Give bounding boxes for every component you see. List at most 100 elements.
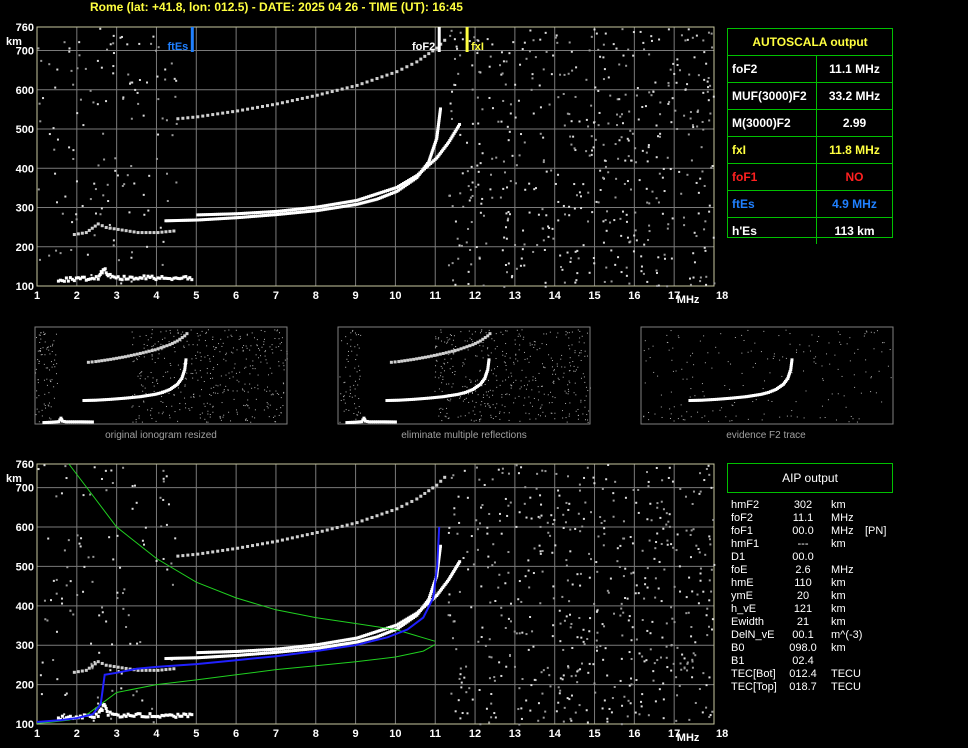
noise-dot: [601, 487, 604, 490]
noise-dot: [697, 547, 700, 550]
thumb-noise: [501, 396, 503, 398]
thumb-noise: [135, 419, 137, 421]
noise-dot: [175, 181, 178, 184]
trace-f2-second: [355, 83, 359, 87]
noise-dot: [692, 276, 695, 279]
noise-dot: [667, 102, 670, 105]
noise-dot: [606, 674, 609, 677]
noise-dot: [525, 57, 528, 60]
thumb-noise: [772, 358, 774, 360]
thumb-noise: [151, 418, 153, 420]
aip-value: 00.1: [792, 629, 814, 641]
thumb-noise: [207, 421, 209, 423]
noise-dot: [127, 614, 130, 617]
thumb-noise: [589, 387, 591, 389]
noise-dot: [587, 220, 590, 223]
autoscala-table: AUTOSCALA output foF2 11.1 MHz MUF(3000)F2…: [727, 28, 893, 244]
thumb-noise: [37, 382, 39, 384]
noise-dot: [469, 188, 472, 191]
thumb-noise: [701, 417, 703, 419]
noise-dot: [576, 670, 579, 673]
noise-dot: [634, 147, 637, 150]
thumb-noise: [213, 346, 215, 348]
thumb-noise: [440, 412, 442, 414]
thumb-noise: [499, 412, 501, 414]
aip-note: [865, 603, 905, 616]
thumb-noise: [264, 331, 266, 333]
noise-dot: [601, 707, 604, 710]
noise-dot: [575, 66, 578, 69]
noise-dot: [517, 708, 520, 711]
noise-dot: [555, 34, 558, 37]
thumb-noise: [822, 378, 824, 380]
thumb-noise: [468, 330, 470, 332]
noise-dot: [152, 35, 155, 38]
trace-es-second: [104, 663, 108, 667]
trace-f2-second: [320, 529, 324, 533]
thumb-noise: [345, 336, 347, 338]
noise-dot: [480, 506, 483, 509]
noise-dot: [648, 91, 651, 94]
thumb-noise: [522, 338, 524, 340]
noise-dot: [568, 502, 571, 505]
aip-key: foE: [731, 564, 748, 576]
noise-dot: [488, 721, 491, 724]
noise-dot: [635, 501, 638, 504]
thumb-noise: [475, 355, 477, 357]
thumb-noise: [260, 355, 262, 357]
thumb-noise: [194, 369, 196, 371]
noise-dot: [567, 475, 570, 478]
noise-dot: [626, 137, 629, 140]
noise-dot: [553, 518, 556, 521]
thumb-noise: [481, 329, 483, 331]
noise-dot: [663, 190, 666, 193]
thumb-noise: [495, 333, 497, 335]
thumb-noise: [250, 421, 252, 423]
noise-dot: [644, 105, 647, 108]
thumb-noise: [133, 337, 135, 339]
thumb-noise: [438, 337, 440, 339]
noise-dot: [672, 62, 675, 65]
noise-dot: [538, 516, 541, 519]
noise-dot: [486, 532, 489, 535]
thumb-noise: [734, 401, 736, 403]
thumb-noise: [213, 367, 215, 369]
model-profile-top: [68, 463, 436, 642]
thumb-noise: [506, 330, 508, 332]
noise-dot: [656, 284, 659, 287]
thumb-noise: [440, 340, 442, 342]
autoscala-value: 33.2 MHz: [828, 89, 881, 103]
thumb-noise: [505, 353, 507, 355]
noise-dot: [614, 263, 617, 266]
thumb-noise: [349, 389, 351, 391]
thumb-noise: [653, 371, 655, 373]
trace-f2-second: [380, 512, 384, 516]
noise-dot: [634, 592, 637, 595]
thumb-noise: [440, 331, 442, 333]
thumb-noise: [492, 390, 494, 392]
x-tick-label: 16: [628, 728, 640, 740]
noise-dot: [628, 110, 631, 113]
trace-f2-second: [196, 115, 200, 119]
noise-dot: [476, 164, 479, 167]
thumb-noise: [541, 343, 543, 345]
aip-unit: MHz: [831, 564, 854, 576]
thumb-noise: [351, 396, 353, 398]
noise-dot: [668, 100, 671, 103]
thumb-noise: [199, 395, 201, 397]
noise-dot: [470, 263, 473, 266]
noise-dot: [159, 226, 162, 229]
thumb-trace: [790, 358, 794, 362]
noise-dot: [54, 86, 57, 89]
noise-dot: [447, 531, 450, 534]
noise-dot: [539, 132, 542, 135]
thumb-noise: [791, 372, 793, 374]
thumb-noise: [241, 347, 243, 349]
thumb-noise: [551, 360, 553, 362]
thumb-noise: [805, 390, 807, 392]
thumb-noise: [278, 346, 280, 348]
x-axis-label: MHz: [677, 732, 700, 744]
noise-dot: [667, 476, 670, 479]
noise-dot: [61, 602, 64, 605]
noise-dot: [606, 717, 609, 720]
